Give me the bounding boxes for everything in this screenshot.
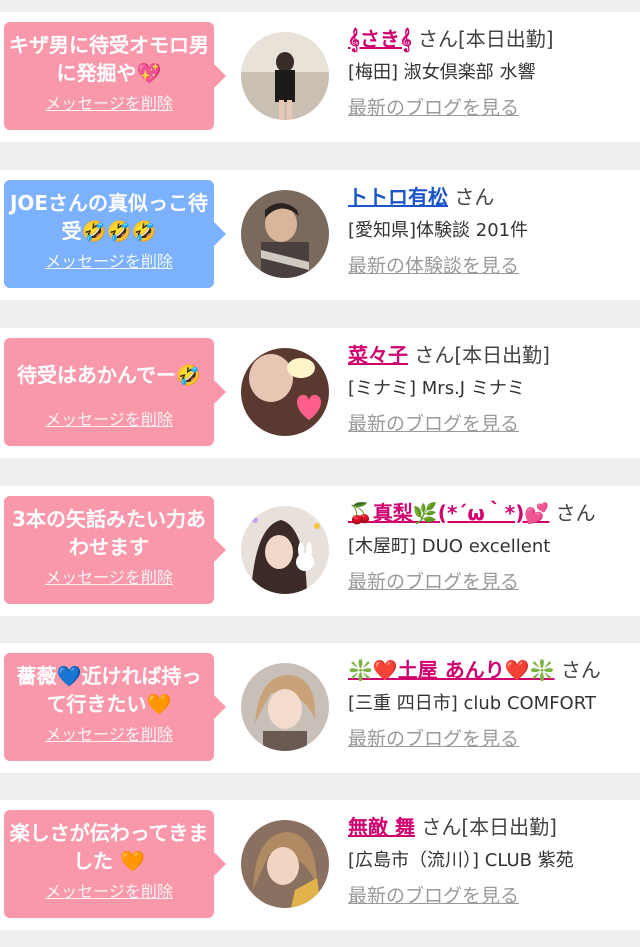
delete-message-link[interactable]: メッセージを削除 bbox=[8, 406, 210, 430]
message-bubble: 待受はあかんでー🤣 メッセージを削除 bbox=[4, 338, 226, 446]
blog-link[interactable]: 最新のブログを見る bbox=[348, 725, 519, 753]
message-card: JOEさんの真似っこ待受🤣🤣🤣 メッセージを削除 トトロ有松 さん [愛知県]体… bbox=[0, 170, 640, 300]
shop-info: [木屋町] DUO excellent bbox=[348, 536, 551, 557]
blog-link[interactable]: 最新の体験談を見る bbox=[348, 252, 519, 280]
profile-name-link[interactable]: トトロ有松 bbox=[348, 185, 448, 209]
profile-name-link[interactable]: 無敵 舞 bbox=[348, 815, 415, 839]
shop-info: [愛知県]体験談 201件 bbox=[348, 220, 529, 241]
message-bubble: キザ男に待受オモロ男に発掘や💖 メッセージを削除 bbox=[4, 22, 226, 130]
message-card: 薔薇💙近ければ持って行きたい🧡 メッセージを削除 ❇️❤️土屋 あんり❤️❇️ … bbox=[0, 643, 640, 773]
shop-info: [三重 四日市] club COMFORT bbox=[348, 693, 596, 714]
profile-name-link[interactable]: ❇️❤️土屋 あんり❤️❇️ bbox=[348, 658, 555, 682]
profile-name-link[interactable]: 菜々子 bbox=[348, 343, 408, 367]
name-suffix: さん[本日出勤] bbox=[418, 27, 554, 51]
message-card: 楽しさが伝わってきました 🧡 メッセージを削除 無敵 舞 さん[本日出勤] [広… bbox=[0, 800, 640, 930]
avatar[interactable] bbox=[241, 32, 329, 120]
profile-name-link[interactable]: 𝄞さき𝄞 bbox=[348, 27, 412, 51]
message-bubble: JOEさんの真似っこ待受🤣🤣🤣 メッセージを削除 bbox=[4, 180, 226, 288]
profile-name-link[interactable]: 🍒真梨🌿(*´ω｀*)💕 bbox=[348, 501, 549, 525]
blog-link[interactable]: 最新のブログを見る bbox=[348, 568, 519, 596]
delete-message-link[interactable]: メッセージを削除 bbox=[8, 248, 210, 272]
name-suffix: さん[本日出勤] bbox=[421, 815, 557, 839]
avatar[interactable] bbox=[241, 820, 329, 908]
avatar[interactable] bbox=[241, 190, 329, 278]
name-suffix: さん bbox=[454, 185, 495, 209]
message-text: キザ男に待受オモロ男に発掘や💖 bbox=[9, 33, 209, 85]
avatar[interactable] bbox=[241, 348, 329, 436]
delete-message-link[interactable]: メッセージを削除 bbox=[8, 721, 210, 745]
name-suffix: さん bbox=[560, 658, 601, 682]
name-suffix: さん bbox=[555, 501, 596, 525]
shop-info: [ミナミ] Mrs.J ミナミ bbox=[348, 378, 525, 399]
delete-message-link[interactable]: メッセージを削除 bbox=[8, 564, 210, 588]
avatar[interactable] bbox=[241, 663, 329, 751]
message-text: 3本の矢話みたい力あわせます bbox=[12, 507, 206, 559]
blog-link[interactable]: 最新のブログを見る bbox=[348, 94, 519, 122]
message-bubble: 3本の矢話みたい力あわせます メッセージを削除 bbox=[4, 496, 226, 604]
message-text: 待受はあかんでー🤣 bbox=[17, 363, 201, 387]
message-card: 待受はあかんでー🤣 メッセージを削除 菜々子 さん[本日出勤] [ミナミ] Mr… bbox=[0, 328, 640, 458]
delete-message-link[interactable]: メッセージを削除 bbox=[8, 878, 210, 902]
avatar[interactable] bbox=[241, 506, 329, 594]
message-card: 3本の矢話みたい力あわせます メッセージを削除 🍒真梨🌿(*´ω｀*)💕 さん … bbox=[0, 486, 640, 616]
shop-info: [梅田] 淑女倶楽部 水響 bbox=[348, 62, 536, 83]
message-text: 薔薇💙近ければ持って行きたい🧡 bbox=[16, 664, 202, 716]
message-card: キザ男に待受オモロ男に発掘や💖 メッセージを削除 𝄞さき𝄞 さん[本日出勤] [… bbox=[0, 12, 640, 142]
shop-info: [広島市（流川）] CLUB 紫苑 bbox=[348, 850, 574, 871]
message-text: JOEさんの真似っこ待受🤣🤣🤣 bbox=[9, 191, 209, 243]
message-text: 楽しさが伝わってきました 🧡 bbox=[9, 821, 209, 873]
message-bubble: 楽しさが伝わってきました 🧡 メッセージを削除 bbox=[4, 810, 226, 918]
name-suffix: さん[本日出勤] bbox=[414, 343, 550, 367]
blog-link[interactable]: 最新のブログを見る bbox=[348, 410, 519, 438]
message-bubble: 薔薇💙近ければ持って行きたい🧡 メッセージを削除 bbox=[4, 653, 226, 761]
delete-message-link[interactable]: メッセージを削除 bbox=[8, 90, 210, 114]
blog-link[interactable]: 最新のブログを見る bbox=[348, 882, 519, 910]
